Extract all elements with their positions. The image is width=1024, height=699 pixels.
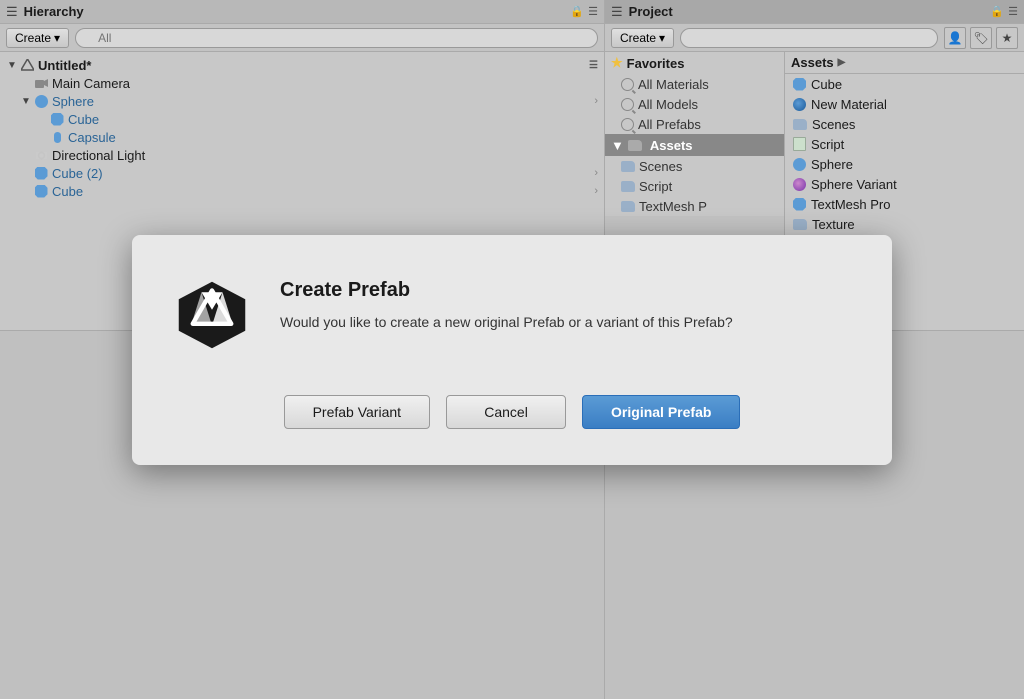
modal-top: Create Prefab Would you like to create a… <box>172 275 852 355</box>
prefab-variant-button[interactable]: Prefab Variant <box>284 395 430 429</box>
modal-unity-logo <box>172 275 252 355</box>
modal-overlay: Create Prefab Would you like to create a… <box>0 0 1024 699</box>
modal-buttons: Prefab Variant Cancel Original Prefab <box>172 395 852 429</box>
modal-text-area: Create Prefab Would you like to create a… <box>280 275 852 333</box>
modal-title: Create Prefab <box>280 279 852 302</box>
cancel-button[interactable]: Cancel <box>446 395 566 429</box>
create-prefab-dialog: Create Prefab Would you like to create a… <box>132 235 892 465</box>
original-prefab-button[interactable]: Original Prefab <box>582 395 740 429</box>
modal-description: Would you like to create a new original … <box>280 312 852 333</box>
